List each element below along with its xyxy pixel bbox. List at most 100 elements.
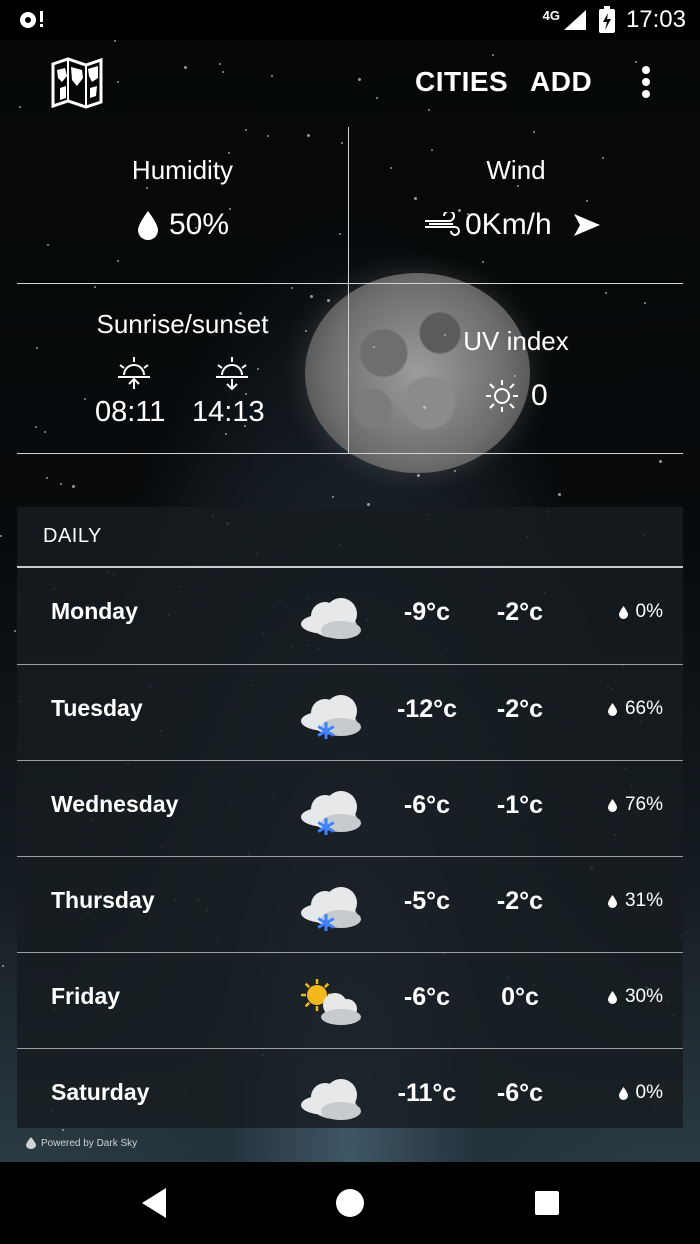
wind-direction-icon (573, 214, 600, 236)
daily-forecast-panel: DAILY Monday -9°c -2°c 0% Tuesday -12°c -2°c 66… (17, 507, 683, 1128)
forecast-max-temp: -2°c (496, 695, 544, 723)
star (605, 292, 607, 294)
forecast-row[interactable]: Wednesday -6°c -1°c 76% (17, 760, 683, 856)
powered-by[interactable]: Powered by Dark Sky (26, 1137, 137, 1149)
navigation-bar (0, 1162, 700, 1244)
star (310, 295, 313, 298)
moon-image (305, 273, 530, 473)
star (307, 134, 310, 137)
wind-value: 0Km/h (465, 208, 552, 241)
star (659, 460, 662, 463)
star (60, 483, 62, 485)
humidity-title: Humidity (131, 155, 234, 185)
star (423, 406, 426, 409)
forecast-min-temp: -6°c (403, 791, 451, 819)
snow-icon (301, 695, 361, 739)
star (245, 393, 247, 395)
sunrise-time: 08:11 (95, 396, 166, 428)
forecast-day: Monday (51, 598, 138, 624)
clock: 17:03 (625, 6, 686, 33)
forecast-day: Thursday (51, 887, 155, 913)
water-drop-icon (618, 605, 628, 619)
cloudy-icon (301, 598, 361, 639)
dark-sky-logo-icon (26, 1137, 36, 1149)
add-button[interactable]: ADD (530, 66, 592, 98)
star (117, 260, 119, 262)
precipitation-value: 0% (635, 1082, 663, 1103)
star (414, 197, 417, 200)
water-drop-icon (607, 894, 617, 908)
star (245, 129, 247, 131)
forecast-max-temp: -1°c (496, 791, 544, 819)
forecast-row[interactable]: Friday -6°c 0°c 30% (17, 952, 683, 1048)
star (94, 286, 96, 288)
star (327, 299, 330, 302)
water-drop-icon (138, 211, 158, 240)
star (72, 485, 75, 488)
forecast-precipitation: 0% (618, 1082, 663, 1104)
star (46, 477, 48, 479)
wind-value-group: 0Km/h (423, 208, 602, 242)
forecast-precipitation: 30% (607, 986, 663, 1008)
humidity-value-group: 50% (137, 208, 229, 242)
forecast-precipitation: 66% (607, 698, 663, 720)
star (47, 244, 49, 246)
star (431, 149, 433, 151)
forecast-day: Wednesday (51, 791, 179, 817)
powered-by-label: Powered by Dark Sky (41, 1137, 138, 1149)
forecast-max-temp: -6°c (496, 1079, 544, 1107)
snow-icon (301, 887, 361, 931)
star (332, 496, 334, 498)
grid-divider (17, 283, 683, 284)
forecast-min-temp: -12°c (396, 695, 458, 723)
status-bar: 4G 17:03 (0, 0, 700, 40)
forecast-max-temp: -2°c (496, 887, 544, 915)
wind-title: Wind (486, 155, 546, 185)
star (14, 630, 16, 632)
forecast-min-temp: -5°c (403, 887, 451, 915)
grid-divider (17, 453, 683, 454)
star (341, 142, 343, 144)
recents-icon[interactable] (535, 1191, 559, 1215)
precipitation-value: 66% (624, 698, 663, 719)
forecast-precipitation: 31% (607, 890, 663, 912)
more-vert-icon[interactable] (638, 66, 654, 104)
humidity-value: 50% (169, 208, 230, 241)
water-drop-icon (607, 990, 617, 1004)
star (367, 503, 370, 506)
sun-icon (486, 380, 518, 412)
star (44, 431, 46, 433)
precipitation-value: 0% (635, 601, 663, 622)
precipitation-value: 31% (624, 890, 663, 911)
forecast-row[interactable]: Tuesday -12°c -2°c 66% (17, 664, 683, 760)
star (417, 474, 420, 477)
cities-button[interactable]: CITIES (415, 66, 508, 98)
star (257, 368, 259, 370)
star (482, 261, 484, 263)
water-drop-icon (607, 702, 617, 716)
network-type: 4G (542, 7, 560, 23)
star (2, 965, 4, 967)
forecast-row[interactable]: Monday -9°c -2°c 0% (17, 568, 683, 663)
forecast-row[interactable]: Saturday -11°c -6°c 0% (17, 1048, 683, 1144)
star (339, 233, 341, 235)
water-drop-icon (618, 1086, 628, 1100)
uv-value: 0 (531, 379, 548, 412)
star (514, 375, 516, 377)
star (35, 426, 37, 428)
water-drop-icon (607, 798, 617, 812)
star (267, 135, 269, 137)
home-icon[interactable] (336, 1189, 364, 1217)
forecast-precipitation: 76% (607, 794, 663, 816)
star (228, 152, 230, 154)
wind-icon (425, 212, 460, 236)
star (229, 208, 231, 210)
signal-icon (563, 10, 586, 30)
back-icon[interactable] (140, 1186, 170, 1220)
uv-value-group: 0 (485, 379, 548, 413)
star (225, 433, 227, 435)
forecast-day: Saturday (51, 1079, 150, 1105)
forecast-row[interactable]: Thursday -5°c -2°c 31% (17, 856, 683, 952)
world-map-icon[interactable] (50, 56, 104, 110)
star (84, 398, 86, 400)
